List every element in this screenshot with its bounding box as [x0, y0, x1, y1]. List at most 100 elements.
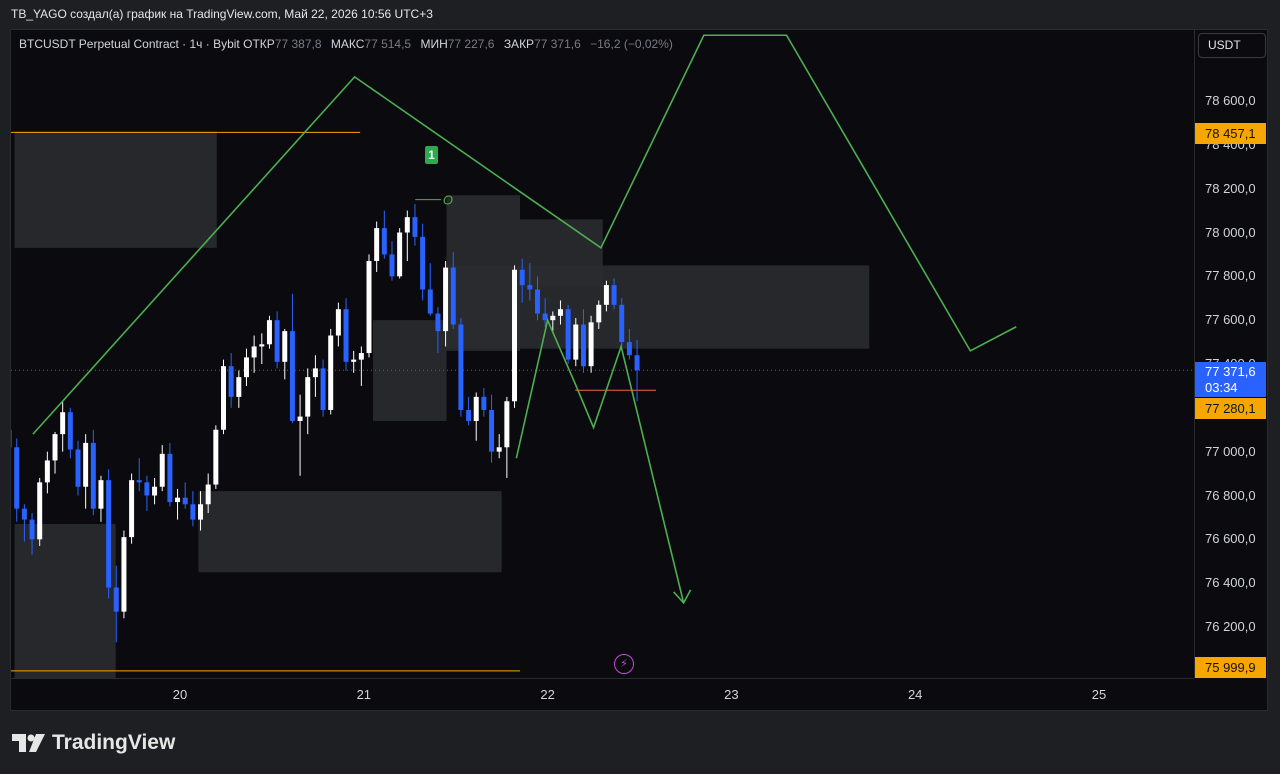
candle-body-30: [236, 377, 242, 397]
price-tick-label: 76 200,0: [1205, 619, 1256, 634]
date-tick-label: 21: [356, 687, 372, 702]
candle-body-67: [519, 269, 525, 286]
candle-body-36: [282, 331, 288, 362]
candle-body-62: [481, 396, 487, 411]
candle-body-22: [175, 497, 181, 503]
candle-body-55: [427, 289, 433, 314]
legend-change: −16,2 (−0,02%): [590, 37, 673, 51]
legend-symbol: BTCUSDT Perpetual Contract · 1ч · Bybit: [19, 37, 240, 51]
price-tick-label: 78 000,0: [1205, 224, 1256, 240]
candle-body-26: [205, 484, 211, 505]
date-tick-label: 20: [172, 687, 188, 702]
candle-body-28: [221, 366, 226, 430]
marker-o-label: O: [443, 193, 453, 208]
candle-body-76: [588, 322, 594, 367]
candle-body-40: [312, 368, 318, 378]
candle-body-51: [397, 232, 403, 277]
wave-marker-1: 1: [425, 146, 438, 164]
candle-body-54: [420, 236, 426, 290]
level-tag-mid: 77 280,1: [1195, 398, 1266, 419]
candle-body-78: [603, 285, 609, 305]
level-tag-high: 78 457,1: [1195, 123, 1266, 144]
candle-body-1: [14, 447, 20, 509]
candle-body-47: [366, 260, 372, 354]
time-axis[interactable]: [11, 678, 1194, 710]
candle-body-2: [21, 508, 27, 520]
tradingview-logo: TradingView: [12, 731, 175, 755]
candle-body-10: [83, 442, 89, 487]
candle-body-70: [542, 313, 548, 321]
candle-body-32: [251, 346, 257, 358]
candle-body-68: [527, 285, 533, 290]
level-tag-low: 75 999,9: [1195, 657, 1266, 678]
candle-body-53: [412, 217, 418, 237]
currency-button[interactable]: USDT: [1198, 33, 1266, 58]
candle-body-59: [458, 324, 464, 411]
candle-body-43: [335, 309, 341, 336]
candle-body-33: [259, 344, 265, 347]
tradingview-logo-text: TradingView: [52, 731, 176, 754]
candle-body-17: [136, 480, 142, 483]
candle-body-12: [98, 480, 104, 509]
candle-body-72: [557, 309, 563, 316]
candle-body-27: [213, 429, 219, 485]
candle-body-7: [60, 412, 66, 435]
candle-body-52: [404, 217, 410, 233]
candle-body-44: [343, 309, 349, 362]
zone-6: [446, 265, 870, 349]
bar-countdown: 03:34: [1205, 380, 1238, 395]
candle-body-0: [11, 429, 12, 448]
candle-body-18: [144, 482, 150, 496]
candle-body-15: [121, 537, 127, 612]
zone-2: [198, 491, 502, 573]
projection-path-zigzag: [515, 317, 685, 604]
candle-body-50: [389, 254, 395, 277]
candle-body-41: [320, 368, 326, 411]
price-tick-label: 76 400,0: [1205, 575, 1256, 591]
candle-body-34: [266, 320, 272, 345]
candle-body-38: [297, 416, 303, 421]
legend-open-value: 77 387,8: [274, 37, 322, 51]
candle-body-75: [580, 324, 586, 367]
candle-body-48: [374, 228, 380, 261]
legend-high-label: МАКС: [330, 37, 365, 51]
candle-body-20: [159, 453, 165, 487]
candle-body-80: [619, 304, 625, 343]
candle-body-61: [473, 396, 479, 421]
chart-plot-area[interactable]: O: [11, 30, 1194, 678]
candle-body-37: [289, 331, 295, 421]
candle-body-45: [351, 359, 357, 362]
candle-body-13: [106, 480, 112, 588]
candle-body-57: [443, 267, 449, 332]
candle-body-69: [535, 289, 540, 314]
symbol-legend: BTCUSDT Perpetual Contract · 1ч · Bybit …: [19, 37, 679, 51]
candle-body-71: [550, 315, 556, 321]
candle-body-11: [90, 442, 96, 509]
candle-body-66: [512, 269, 518, 402]
candle-body-60: [466, 410, 472, 421]
candle-body-19: [152, 486, 158, 496]
candle-body-5: [44, 460, 50, 483]
price-tick-label: 78 600,0: [1205, 93, 1256, 108]
candle-body-9: [75, 449, 81, 487]
price-chart-svg: O: [11, 34, 1194, 678]
legend-high-value: 77 514,5: [364, 37, 412, 51]
candle-body-23: [182, 497, 188, 505]
date-tick-label: 24: [907, 687, 923, 702]
candle-body-4: [37, 482, 43, 540]
candle-body-46: [358, 353, 364, 360]
candle-body-29: [228, 366, 234, 397]
chart-author-caption: TB_YAGO создал(а) график на TradingView.…: [11, 7, 433, 21]
candle-body-74: [573, 324, 579, 360]
candle-body-81: [626, 342, 632, 356]
price-tick-label: 77 800,0: [1205, 268, 1256, 284]
candle-body-73: [565, 309, 571, 360]
candle-body-79: [611, 285, 617, 305]
price-tick-label: 76 800,0: [1205, 487, 1256, 503]
lightning-icon[interactable]: ⚡: [614, 654, 634, 674]
candle-body-24: [190, 504, 196, 520]
legend-close-value: 77 371,6: [534, 37, 581, 51]
candle-body-14: [113, 587, 119, 612]
price-tick-label: 77 000,0: [1205, 443, 1256, 459]
candle-body-16: [129, 480, 135, 538]
